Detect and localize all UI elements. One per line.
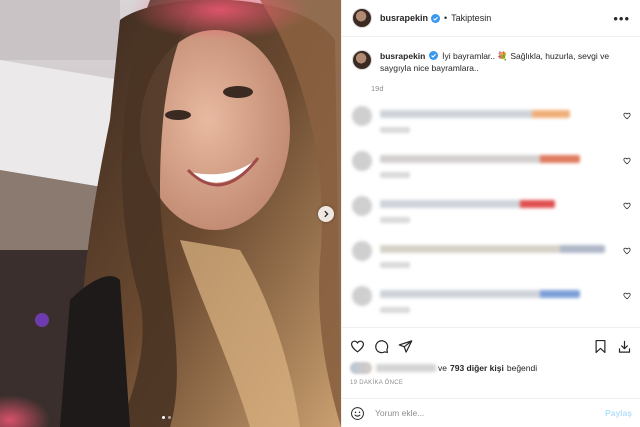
- caption-username[interactable]: busrapekin: [380, 51, 425, 61]
- comment-body: [380, 241, 605, 268]
- comment-meta-blurred: [380, 217, 410, 223]
- comment-item: [342, 196, 640, 228]
- commenter-avatar[interactable]: [352, 106, 372, 126]
- comment-text-blurred: [380, 110, 570, 118]
- carousel-dot: [162, 416, 165, 419]
- selfie-image: [0, 0, 341, 427]
- caption-age: 19d: [371, 84, 384, 93]
- comment-meta-blurred: [380, 262, 410, 268]
- verified-badge-icon: [431, 13, 441, 23]
- add-comment-bar: Paylaş: [342, 398, 640, 427]
- likes-suffix: beğendi: [506, 363, 538, 373]
- emoji-icon[interactable]: [350, 406, 365, 421]
- post-timestamp: 19 DAKİKA ÖNCE: [350, 380, 404, 386]
- comment-input[interactable]: [375, 408, 606, 418]
- post-details-panel: busrapekin • Takiptesin ••• busrapekin İ…: [341, 0, 640, 427]
- comment-text-blurred: [380, 290, 580, 298]
- more-options-icon[interactable]: •••: [613, 12, 630, 25]
- comment-list: [342, 106, 640, 318]
- chevron-right-icon: [324, 210, 329, 218]
- comment-body: [380, 286, 580, 313]
- follow-status[interactable]: Takiptesin: [451, 13, 491, 23]
- author-avatar[interactable]: [352, 8, 372, 28]
- heart-icon[interactable]: [623, 202, 631, 210]
- heart-icon[interactable]: [623, 157, 631, 165]
- commenter-avatar[interactable]: [352, 286, 372, 306]
- comment-meta-blurred: [380, 307, 410, 313]
- post-comment-button[interactable]: Paylaş: [605, 408, 632, 418]
- heart-icon[interactable]: [623, 247, 631, 255]
- likes-connector: ve: [438, 363, 447, 373]
- heart-icon[interactable]: [623, 112, 631, 120]
- share-icon[interactable]: [398, 339, 413, 354]
- carousel-dot: [168, 416, 171, 419]
- post-actions: ve 793 diğer kişi beğendi 19 DAKİKA ÖNCE: [342, 327, 640, 386]
- comment-icon[interactable]: [374, 339, 389, 354]
- bookmark-icon[interactable]: [593, 339, 608, 354]
- post-photo[interactable]: [0, 0, 341, 427]
- comment-item: [342, 286, 640, 318]
- carousel-next-button[interactable]: [318, 206, 334, 222]
- comment-text-blurred: [380, 200, 555, 208]
- likes-count[interactable]: 793 diğer kişi: [450, 363, 504, 373]
- action-right: [584, 339, 632, 354]
- header-separator: •: [444, 13, 448, 23]
- heart-icon[interactable]: [623, 292, 631, 300]
- post-caption: busrapekin İyi bayramlar.. 💐 Sağlıkla, h…: [342, 38, 640, 74]
- comment-item: [342, 241, 640, 273]
- liker-name-blurred: [376, 364, 436, 372]
- comment-item: [342, 106, 640, 138]
- comment-text-blurred: [380, 155, 580, 163]
- comment-text-blurred: [380, 245, 605, 253]
- author-username[interactable]: busrapekin: [380, 13, 428, 23]
- post-header: busrapekin • Takiptesin •••: [342, 0, 640, 37]
- comment-body: [380, 196, 555, 223]
- likes-summary: ve 793 diğer kişi beğendi: [350, 362, 632, 374]
- commenter-avatar[interactable]: [352, 151, 372, 171]
- heart-icon[interactable]: [350, 339, 365, 354]
- caption-avatar[interactable]: [352, 50, 372, 70]
- comments-section: busrapekin İyi bayramlar.. 💐 Sağlıkla, h…: [342, 38, 640, 327]
- liker-avatars: [350, 362, 372, 374]
- comment-meta-blurred: [380, 127, 410, 133]
- carousel-dots: [162, 416, 171, 419]
- verified-badge-icon: [428, 51, 438, 60]
- caption-body: busrapekin İyi bayramlar.. 💐 Sağlıkla, h…: [380, 50, 630, 74]
- commenter-avatar[interactable]: [352, 241, 372, 261]
- comment-meta-blurred: [380, 172, 410, 178]
- action-row: [350, 336, 632, 356]
- commenter-avatar[interactable]: [352, 196, 372, 216]
- comment-body: [380, 151, 580, 178]
- download-icon[interactable]: [617, 339, 632, 354]
- comment-item: [342, 151, 640, 183]
- comment-body: [380, 106, 570, 133]
